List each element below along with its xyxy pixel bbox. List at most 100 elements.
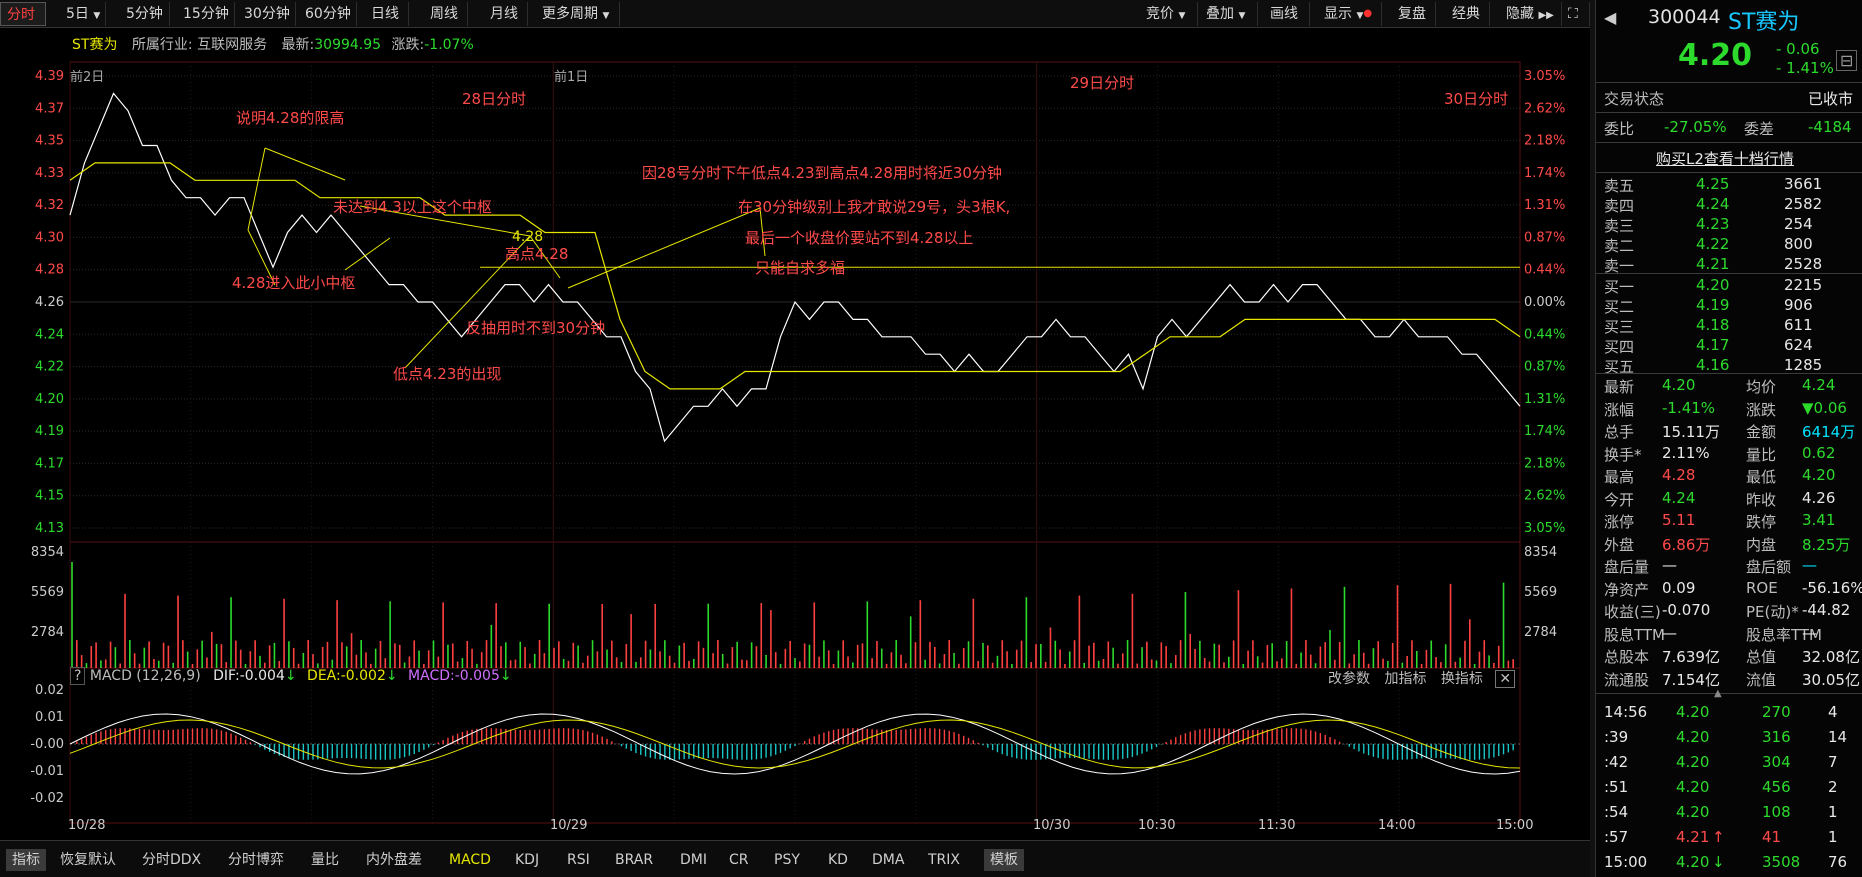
help-icon[interactable]: ?: [70, 667, 86, 685]
quote-panel: ◀ 300044 ST赛为 4.20 - 0.06 - 1.41% ⊟ 交易状态…: [1595, 0, 1862, 877]
macd-tab[interactable]: MACD: [449, 849, 491, 871]
tick-time: :42: [1604, 753, 1629, 771]
bid-row[interactable]: 买五 4.16 1285: [1596, 356, 1862, 378]
x-label-1030: 10/30: [1033, 818, 1071, 833]
ask-row[interactable]: 卖五 4.25 3661: [1596, 175, 1862, 197]
stat-value: 32.08亿: [1802, 648, 1860, 666]
bid-label: 买一: [1604, 278, 1635, 296]
window-icon[interactable]: ⊟: [1836, 50, 1858, 71]
restore-default-button[interactable]: 恢复默认: [60, 849, 116, 871]
weibi-label: 委比: [1604, 120, 1635, 138]
ask-label: 卖五: [1604, 177, 1635, 195]
edit-params-button[interactable]: 改参数: [1328, 671, 1370, 687]
bid-row[interactable]: 买一 4.20 2215: [1596, 276, 1862, 298]
stat-value: ▼0.06: [1802, 398, 1847, 417]
industry-label: 所属行业:: [131, 37, 193, 53]
close-icon[interactable]: ✕: [1495, 670, 1516, 688]
dma-tab[interactable]: DMA: [872, 849, 904, 871]
bid-price: 4.19: [1696, 296, 1730, 314]
back-arrow-icon[interactable]: ◀: [1604, 8, 1616, 27]
replay-button[interactable]: 复盘: [1392, 2, 1436, 26]
pct-tick-label: 0.44%: [1524, 263, 1565, 278]
tab-monthly[interactable]: 月线: [484, 2, 528, 26]
classic-button[interactable]: 经典: [1446, 2, 1490, 26]
change-label: 涨跌:: [391, 37, 425, 53]
macd-name[interactable]: MACD (12,26,9): [90, 668, 201, 684]
ask-row[interactable]: 卖四 4.24 2582: [1596, 195, 1862, 217]
price-tick-label: 4.32: [35, 198, 64, 213]
display-button[interactable]: 显示 ▼●: [1318, 2, 1382, 26]
annotation-arrow-line: [567, 207, 761, 289]
pct-tick-label: 1.31%: [1524, 392, 1565, 407]
tick-volume: 41: [1762, 828, 1782, 846]
industry-value[interactable]: 互联网服务: [197, 37, 267, 53]
kd-tab[interactable]: KD: [828, 849, 848, 871]
annotation-limit-high: 说明4.28的限高: [236, 109, 345, 127]
tick-count: 4: [1828, 703, 1838, 721]
tab-5min[interactable]: 5分钟: [120, 2, 170, 26]
macd-tick-label: 0.02: [35, 683, 64, 698]
indicator-tab[interactable]: 指标: [6, 849, 46, 871]
stat-label: 净资产: [1604, 580, 1650, 599]
brar-tab[interactable]: BRAR: [615, 849, 653, 871]
bid-row[interactable]: 买二 4.19 906: [1596, 296, 1862, 318]
macd-tick-label: -0.00: [30, 737, 64, 752]
expand-up-icon[interactable]: ▲: [1714, 688, 1722, 699]
volume-ratio-tab[interactable]: 量比: [311, 849, 339, 871]
tab-30min[interactable]: 30分钟: [238, 2, 296, 26]
stat-label: 均价: [1746, 378, 1777, 396]
l2-link[interactable]: 购买L2查看十档行情: [1656, 148, 1794, 169]
auction-button[interactable]: 竞价 ▼: [1140, 2, 1198, 26]
fullscreen-icon[interactable]: ⛶: [1564, 2, 1590, 26]
tab-5day[interactable]: 5日 ▼: [60, 2, 106, 26]
tab-15min[interactable]: 15分钟: [177, 2, 235, 26]
stat-row: 收益(三) -0.070 PE(动)* -44.82: [1596, 601, 1862, 623]
add-indicator-button[interactable]: 加指标: [1384, 671, 1426, 687]
pct-tick-label: 2.62%: [1524, 489, 1565, 504]
psy-tab[interactable]: PSY: [774, 849, 800, 871]
tick-count: 14: [1828, 728, 1848, 746]
ddx-tab[interactable]: 分时DDX: [142, 849, 201, 871]
arrow-down-icon: ↓: [385, 668, 398, 684]
volume-tick-label-right: 8354: [1524, 545, 1557, 560]
stat-label: 最新: [1604, 378, 1635, 396]
stat-value: —: [1802, 556, 1817, 574]
tab-daily[interactable]: 日线: [365, 2, 409, 26]
bid-row[interactable]: 买四 4.17 624: [1596, 336, 1862, 358]
tab-60min[interactable]: 60分钟: [299, 2, 357, 26]
inner-outer-tab[interactable]: 内外盘差: [366, 849, 422, 871]
stat-label: 昨收: [1746, 490, 1777, 509]
x-label-1028: 10/28: [68, 818, 106, 833]
tab-intraday[interactable]: 分时: [0, 2, 46, 26]
hide-button[interactable]: 隐藏 ▶▶: [1500, 2, 1562, 26]
intraday-chart[interactable]: 4.39 3.05% 4.37 2.62% 4.35 2.18% 4.33 1.74% 4.32…: [0, 28, 1590, 840]
ask-row[interactable]: 卖二 4.22 800: [1596, 235, 1862, 257]
tick-volume: 304: [1762, 753, 1791, 771]
draw-line-button[interactable]: 画线: [1264, 2, 1310, 26]
tab-weekly[interactable]: 周线: [424, 2, 468, 26]
cr-tab[interactable]: CR: [729, 849, 749, 871]
tick-time: 15:00: [1604, 853, 1648, 871]
period-toolbar: 分时 5日 ▼ 5分钟 15分钟 30分钟 60分钟 日线 周线 月线 更多周期…: [0, 0, 1590, 28]
tab-more-periods[interactable]: 更多周期 ▼: [536, 2, 620, 26]
annotation-arrow-line: [264, 147, 346, 181]
stat-row: 总股本 7.639亿 总值 32.08亿: [1596, 646, 1862, 668]
bid-row[interactable]: 买三 4.18 611: [1596, 316, 1862, 338]
rsi-tab[interactable]: RSI: [567, 849, 590, 871]
trix-tab[interactable]: TRIX: [928, 849, 960, 871]
ask-row[interactable]: 卖三 4.23 254: [1596, 215, 1862, 237]
kdj-tab[interactable]: KDJ: [515, 849, 539, 871]
template-tab[interactable]: 模板: [984, 849, 1024, 871]
stat-value: 4.28: [1662, 466, 1696, 484]
tick-price: 4.21: [1676, 828, 1710, 846]
tick-price: 4.20: [1676, 803, 1710, 821]
stat-label: 最低: [1746, 468, 1777, 486]
game-tab[interactable]: 分时博弈: [228, 849, 284, 871]
stat-row: 最高 4.28 最低 4.20: [1596, 466, 1862, 488]
ask-price: 4.23: [1696, 215, 1730, 233]
switch-indicator-button[interactable]: 换指标: [1441, 671, 1483, 687]
indicator-bar: 指标 恢复默认 分时DDX 分时博弈 量比 内外盘差 MACD KDJ RSI …: [0, 840, 1590, 877]
overlay-button[interactable]: 叠加 ▼: [1200, 2, 1258, 26]
dmi-tab[interactable]: DMI: [680, 849, 707, 871]
annotation-last-close: 最后一个收盘价要站不到4.28以上: [745, 229, 974, 247]
